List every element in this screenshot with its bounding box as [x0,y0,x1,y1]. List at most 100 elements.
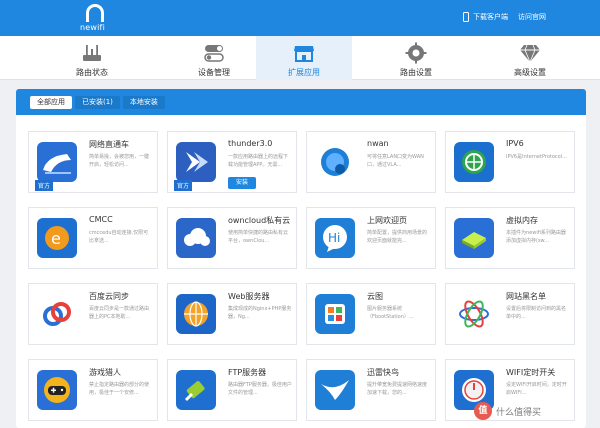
svg-text:Hi: Hi [328,231,340,245]
swallow-icon [315,370,355,410]
memory-icon [454,218,494,258]
game-icon [37,370,77,410]
app-name: 网站黑名单 [506,292,546,301]
nav-device-management[interactable]: 设备管理 [166,36,262,80]
ftp-icon [176,370,216,410]
app-card-thunder[interactable]: 官方 thunder3.0 一款应用路由器上的远程下载功能管理APP。无需...… [167,131,297,193]
diamond-icon [520,44,540,64]
top-header: newifi 下载客户端 访问官网 [0,0,600,36]
watermark: 值 什么值得买 [474,402,541,420]
app-desc: 可将任意LAN口变为WAN口，通过VLA... [367,154,424,168]
nwan-icon [315,142,355,182]
app-desc: 图片服务器系统（FbootStation）... [367,306,414,320]
download-client-link[interactable]: 下载客户端 [463,12,508,22]
app-desc: 提升带宽免费提速网络速度加速下载，您的... [367,382,428,396]
watermark-text: 什么值得买 [496,407,542,418]
app-card-cmcc[interactable]: e CMCC cmccedu自动连接,仅限可比拿选... [28,207,158,269]
owncloud-icon [176,218,216,258]
app-card-welcome-page[interactable]: Hi 上网欢迎页 简单配置，提供商用场景的欢迎页面就能完... [306,207,436,269]
official-badge: 官方 [35,180,54,191]
app-card-site-blacklist[interactable]: 网站黑名单 设置后将限制访问到的黑名单中的... [445,283,575,345]
thunder-icon [176,142,216,182]
nav-label: 设备管理 [198,68,230,77]
apps-panel: 全部应用 已安装(1) 本地安装 官方 网络直通车 简单易操，会被您用，一键开启… [16,89,586,428]
app-name: 网络直通车 [89,140,129,149]
app-desc: 百度云同步是一款通过路由器上的PC本地助... [89,306,150,320]
app-name: IPV6 [506,139,524,148]
nav-extensions[interactable]: 扩展应用 [256,36,352,80]
app-card-cloud-photo[interactable]: 云图 图片服务器系统（FbootStation）... [306,283,436,345]
app-card-xunlei-bird[interactable]: 迅雷快鸟 提升带宽免费提速网络速度加速下载，您的... [306,359,436,421]
app-name: 游戏猎人 [89,368,121,377]
app-name: 迅雷快鸟 [367,368,399,377]
toggle-icon [204,45,224,62]
nav-router-status[interactable]: 路由状态 [44,36,140,80]
app-card-owncloud[interactable]: owncloud私有云 使用简单快捷的路由私有云平台，ownClou... [167,207,297,269]
install-button[interactable]: 安装 [228,177,256,189]
app-name: nwan [367,139,389,148]
tab-local-install[interactable]: 本地安装 [122,96,165,109]
cloud-photo-icon [315,294,355,334]
app-card-network-express[interactable]: 官方 网络直通车 简单易操，会被您用，一键开启，轻松访问... [28,131,158,193]
nav-label: 路由状态 [76,68,108,77]
router-icon [83,45,101,61]
tab-all-apps[interactable]: 全部应用 [30,96,72,109]
store-icon [294,46,314,62]
app-name: CMCC [89,215,113,224]
watermark-logo-icon: 值 [474,402,492,420]
app-desc: 简单易操，会被您用，一键开启，轻松访问... [89,154,150,168]
app-desc: 本插件为newifi系列路由器添加虚拟内存(sw... [506,230,566,244]
blacklist-icon [454,294,494,334]
app-name: WIFI定时开关 [506,368,556,377]
app-desc: 路由器FTP服务器，极佳用户文件的管理... [228,382,292,396]
logo-arch-icon [86,4,104,22]
app-desc: IPV6是InternetProtocol... [506,154,567,160]
app-card-nwan[interactable]: nwan 可将任意LAN口变为WAN口，通过VLA... [306,131,436,193]
app-name: 上网欢迎页 [367,216,407,225]
app-name: thunder3.0 [228,139,273,148]
app-name: 云图 [367,292,383,301]
tab-installed[interactable]: 已安装(1) [75,96,120,109]
download-client-label: 下载客户端 [473,13,508,21]
nav-label: 高级设置 [514,68,546,77]
app-desc: 简单配置，提供商用场景的欢迎页面就能完... [367,230,428,244]
app-name: owncloud私有云 [228,216,291,225]
app-card-ftp-server[interactable]: FTP服务器 路由器FTP服务器，极佳用户文件的管理... [167,359,297,421]
app-desc: 使用简单快捷的路由私有云平台，ownClou... [228,230,289,244]
logo-text: newifi [80,23,105,32]
app-card-baidu-sync[interactable]: 百度云同步 百度云同步是一款通过路由器上的PC本地助... [28,283,158,345]
svg-text:e: e [51,229,61,248]
cmcc-icon: e [37,218,77,258]
train-icon [37,142,77,182]
app-name: Web服务器 [228,292,270,301]
ipv6-icon [454,142,494,182]
welcome-icon: Hi [315,218,355,258]
official-badge: 官方 [174,180,193,191]
app-desc: 集成现成的Nginx+PHP服务器，Ng... [228,306,292,320]
baidu-icon [37,294,77,334]
app-desc: 禁止指定路由器的部分的使用，极佳于一个安修... [89,382,150,396]
app-name: 百度云同步 [89,292,129,301]
phone-icon [463,12,469,22]
app-card-ipv6[interactable]: IPV6 IPV6是InternetProtocol... [445,131,575,193]
gear-icon [405,42,427,64]
header-links: 下载客户端 访问官网 [463,12,546,22]
app-desc: 设置后将限制访问到的黑名单中的... [506,306,567,320]
visit-site-link[interactable]: 访问官网 [518,12,546,22]
newifi-logo[interactable]: newifi [80,2,110,32]
nav-advanced-settings[interactable]: 高级设置 [482,36,578,80]
app-card-virtual-memory[interactable]: 虚拟内存 本插件为newifi系列路由器添加虚拟内存(sw... [445,207,575,269]
nav-label: 路由设置 [400,68,432,77]
app-card-web-server[interactable]: Web服务器 集成现成的Nginx+PHP服务器，Ng... [167,283,297,345]
web-server-icon [176,294,216,334]
filter-tabs: 全部应用 已安装(1) 本地安装 [30,96,165,109]
app-name: FTP服务器 [228,368,267,377]
app-desc: 一款应用路由器上的远程下载功能管理APP。无需... [228,154,289,168]
app-name: 虚拟内存 [506,216,538,225]
nav-router-settings[interactable]: 路由设置 [368,36,464,80]
app-card-game-hunter[interactable]: 游戏猎人 禁止指定路由器的部分的使用，极佳于一个安修... [28,359,158,421]
main-nav: 路由状态 设备管理 扩展应用 路由设置 高级设置 [0,36,600,80]
app-desc: cmccedu自动连接,仅限可比拿选... [89,230,149,244]
tab-bar: 全部应用 已安装(1) 本地安装 [16,89,586,115]
nav-label: 扩展应用 [288,68,320,77]
